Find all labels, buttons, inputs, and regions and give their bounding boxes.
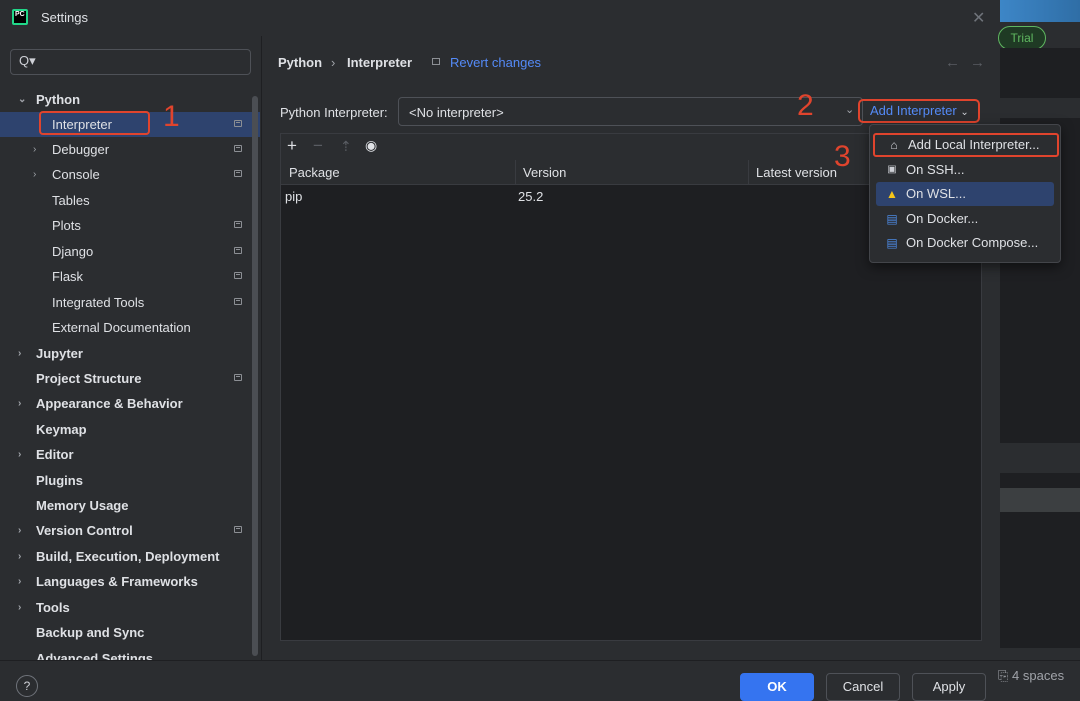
linux-icon: ▲: [886, 187, 898, 201]
indent-icon: ⎘: [998, 668, 1009, 683]
column-header-version[interactable]: Version: [523, 165, 566, 180]
close-icon[interactable]: ✕: [972, 8, 985, 28]
docker-icon: ▤: [886, 236, 898, 250]
menu-item-on-docker[interactable]: ▤ On Docker...: [876, 207, 1054, 231]
sidebar-item-backup-sync[interactable]: Backup and Sync: [0, 620, 260, 645]
annotation-step-2: 2: [797, 89, 814, 122]
trial-badge: Trial: [998, 26, 1046, 50]
package-version: 25.2: [518, 189, 544, 204]
sidebar-item-tables[interactable]: Tables: [0, 188, 260, 213]
add-package-icon[interactable]: +: [287, 136, 297, 156]
annotation-step-1: 1: [163, 100, 180, 133]
sidebar-item-console[interactable]: › Console: [0, 162, 260, 187]
chevron-down-icon: ⌄: [845, 104, 855, 116]
apply-button[interactable]: Apply: [912, 673, 986, 701]
project-scope-icon: [234, 145, 242, 152]
ok-button[interactable]: OK: [740, 673, 814, 701]
sidebar-item-django[interactable]: Django: [0, 239, 260, 264]
chevron-right-icon: ›: [18, 398, 22, 409]
search-input[interactable]: Q▾: [10, 49, 251, 75]
sidebar-item-plugins[interactable]: Plugins: [0, 468, 260, 493]
remove-package-icon[interactable]: −: [313, 136, 323, 156]
dialog-footer: ? OK Cancel Apply ⎘ 4 spaces: [0, 660, 1080, 701]
breadcrumb-interpreter: Interpreter: [347, 55, 413, 70]
project-scope-icon: [234, 374, 242, 381]
chevron-right-icon: ›: [18, 449, 22, 460]
chevron-right-icon: ›: [18, 348, 22, 359]
search-icon: Q▾: [19, 53, 36, 68]
sidebar-item-debugger[interactable]: › Debugger: [0, 137, 260, 162]
sidebar-item-languages-frameworks[interactable]: › Languages & Frameworks: [0, 569, 260, 594]
chevron-down-icon: ⌄: [18, 94, 27, 105]
chevron-right-icon: ›: [18, 525, 22, 536]
column-separator: [515, 160, 516, 184]
sidebar-item-jupyter[interactable]: › Jupyter: [0, 341, 260, 366]
home-icon: ⌂: [890, 138, 898, 152]
revert-changes-link[interactable]: Revert changes: [450, 55, 541, 70]
sidebar-item-integrated-tools[interactable]: Integrated Tools: [0, 290, 260, 315]
indent-indicator-label: 4 spaces: [1012, 668, 1065, 683]
sidebar-item-flask[interactable]: Flask: [0, 264, 260, 289]
window-title: Settings: [41, 10, 88, 25]
column-separator: [748, 160, 749, 184]
chevron-right-icon: ›: [33, 144, 37, 155]
pycharm-logo-icon: PC: [12, 9, 28, 25]
sidebar-item-build-execution-deployment[interactable]: › Build, Execution, Deployment: [0, 544, 260, 569]
chevron-right-icon: ›: [18, 551, 22, 562]
annotation-step-3: 3: [834, 140, 851, 173]
chevron-right-icon: ›: [18, 602, 22, 613]
add-interpreter-label: Add Interpreter: [870, 103, 957, 118]
package-name: pip: [285, 189, 303, 204]
panel-divider[interactable]: [261, 36, 262, 660]
chevron-down-icon: ⌄: [960, 107, 969, 118]
docker-icon: ▤: [886, 212, 898, 226]
forward-arrow-icon[interactable]: →: [970, 54, 985, 71]
menu-item-on-wsl[interactable]: ▲ On WSL...: [876, 182, 1054, 206]
sidebar-item-keymap[interactable]: Keymap: [0, 417, 260, 442]
project-scope-icon: [234, 247, 242, 254]
project-scope-icon: [234, 272, 242, 279]
title-bar: [0, 0, 1080, 36]
column-header-package[interactable]: Package: [289, 165, 340, 180]
add-interpreter-menu: ⌂ Add Local Interpreter... ▣ On SSH... ▲…: [869, 124, 1061, 263]
breadcrumb-separator: ›: [331, 55, 336, 70]
sidebar-item-external-documentation[interactable]: External Documentation: [0, 315, 260, 340]
sidebar-scrollbar[interactable]: [252, 96, 258, 656]
project-scope-icon: [234, 120, 242, 127]
interpreter-select[interactable]: <No interpreter> ⌄: [398, 97, 863, 126]
chevron-right-icon: ›: [33, 169, 37, 180]
annotation-highlight-interpreter: [39, 111, 150, 135]
background-banner: [1000, 0, 1080, 22]
sidebar-item-advanced-settings[interactable]: Advanced Settings: [0, 646, 260, 660]
back-arrow-icon[interactable]: ←: [945, 54, 960, 71]
sidebar-item-version-control[interactable]: › Version Control: [0, 518, 260, 543]
interpreter-value: <No interpreter>: [409, 105, 504, 120]
sidebar-item-appearance-behavior[interactable]: › Appearance & Behavior: [0, 391, 260, 416]
sidebar-item-project-structure[interactable]: Project Structure: [0, 366, 260, 391]
chevron-right-icon: ›: [18, 576, 22, 587]
sidebar-item-editor[interactable]: › Editor: [0, 442, 260, 467]
upgrade-package-icon[interactable]: ⇡: [340, 138, 352, 155]
project-scope-icon: [234, 170, 242, 177]
help-button[interactable]: ?: [16, 675, 38, 697]
python-interpreter-label: Python Interpreter:: [280, 105, 388, 120]
cancel-button[interactable]: Cancel: [826, 673, 900, 701]
project-scope-icon: [234, 221, 242, 228]
project-scope-icon: [234, 526, 242, 533]
sidebar-item-python[interactable]: ⌄ Python: [0, 87, 260, 112]
indent-indicator[interactable]: ⎘ 4 spaces: [998, 668, 1064, 684]
add-interpreter-button[interactable]: Add Interpreter ⌄: [858, 99, 980, 123]
sidebar-item-plots[interactable]: Plots: [0, 213, 260, 238]
sidebar-item-memory-usage[interactable]: Memory Usage: [0, 493, 260, 518]
menu-item-on-docker-compose[interactable]: ▤ On Docker Compose...: [876, 231, 1054, 255]
project-scope-icon: [432, 58, 440, 65]
sidebar-item-tools[interactable]: › Tools: [0, 595, 260, 620]
project-scope-icon: [234, 298, 242, 305]
terminal-icon: ▣: [887, 164, 897, 175]
column-header-latest-version[interactable]: Latest version: [756, 165, 837, 180]
menu-item-on-ssh[interactable]: ▣ On SSH...: [876, 158, 1054, 182]
eye-icon[interactable]: ◉: [365, 137, 377, 154]
breadcrumb-python[interactable]: Python: [278, 55, 322, 70]
menu-item-add-local-interpreter[interactable]: ⌂ Add Local Interpreter...: [873, 133, 1059, 157]
